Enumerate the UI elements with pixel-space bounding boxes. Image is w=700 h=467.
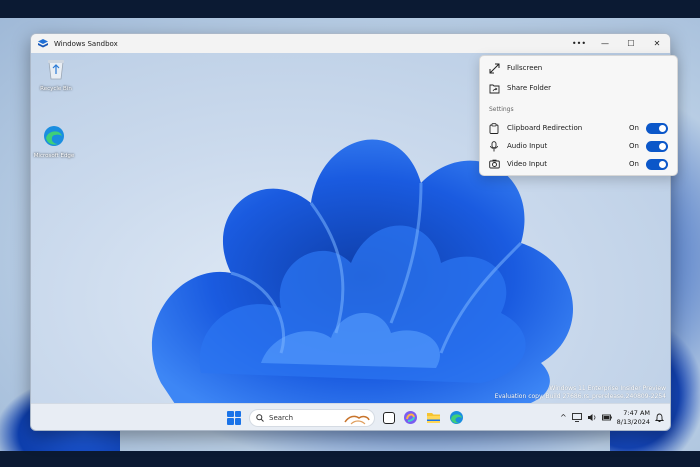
edge-icon[interactable] (449, 410, 464, 425)
setting-state: On (629, 142, 639, 150)
task-view-icon[interactable] (383, 411, 395, 424)
minimize-button[interactable]: — (592, 34, 618, 53)
taskbar: Search ^ 7:47 AM 8/13/2024 (31, 403, 670, 430)
setting-state: On (629, 124, 639, 132)
sandbox-app-icon (38, 38, 48, 47)
file-explorer-icon[interactable] (426, 410, 441, 425)
clipboard-icon (488, 122, 500, 134)
more-options-button[interactable]: ••• (566, 34, 592, 53)
volume-icon[interactable] (587, 413, 597, 422)
watermark-edition: Windows 11 Enterprise Insider Preview (549, 385, 666, 392)
close-button[interactable]: ✕ (644, 34, 670, 53)
flyout-item-label: Fullscreen (507, 64, 543, 72)
setting-video-input: Video Input On (480, 155, 677, 173)
window-title: Windows Sandbox (54, 39, 118, 48)
search-highlight-icon (344, 415, 370, 424)
maximize-button[interactable]: ☐ (618, 34, 644, 53)
bottom-band (0, 451, 700, 467)
flyout-item-share-folder[interactable]: Share Folder (480, 79, 677, 97)
setting-label: Video Input (507, 160, 547, 168)
setting-label: Audio Input (507, 142, 548, 150)
network-icon[interactable] (571, 413, 582, 422)
evaluation-watermark: Windows 11 Enterprise Insider Preview Ev… (495, 385, 666, 401)
taskbar-search-input[interactable]: Search (249, 408, 375, 427)
desktop-icon-label: Microsoft Edge (33, 153, 75, 159)
settings-section-title: Settings (489, 106, 514, 113)
search-placeholder: Search (269, 413, 294, 422)
system-clock[interactable]: 7:47 AM 8/13/2024 (617, 409, 650, 427)
desktop-icon-label: Recycle Bin (40, 86, 72, 92)
setting-label: Clipboard Redirection (507, 124, 583, 132)
camera-icon (488, 158, 500, 170)
search-icon (256, 413, 264, 422)
share-folder-icon (488, 82, 500, 94)
clock-time: 7:47 AM (623, 408, 650, 417)
desktop-icon-edge[interactable]: Microsoft Edge (31, 125, 77, 160)
show-hidden-icons-chevron-icon[interactable]: ^ (560, 413, 567, 422)
setting-state: On (629, 160, 639, 168)
audio-input-toggle[interactable] (646, 140, 668, 152)
setting-clipboard-redirection: Clipboard Redirection On (480, 119, 677, 137)
sandbox-options-flyout: Fullscreen Share Folder Settings Clipboa… (479, 55, 678, 176)
flyout-item-fullscreen[interactable]: Fullscreen (480, 59, 677, 77)
flyout-item-label: Share Folder (507, 84, 552, 92)
title-bar[interactable]: Windows Sandbox ••• — ☐ ✕ (31, 34, 670, 53)
video-input-toggle[interactable] (646, 158, 668, 170)
recycle-bin-icon (48, 60, 64, 80)
desktop-icon-recycle-bin[interactable]: Recycle Bin (33, 58, 79, 93)
clipboard-redirection-toggle[interactable] (646, 122, 668, 134)
fullscreen-icon (488, 62, 500, 74)
microphone-icon (488, 140, 500, 152)
start-icon[interactable] (227, 410, 241, 425)
edge-icon (44, 126, 64, 146)
copilot-icon[interactable] (403, 410, 418, 425)
notification-bell-icon[interactable] (655, 413, 664, 423)
setting-audio-input: Audio Input On (480, 137, 677, 155)
battery-icon[interactable] (601, 413, 612, 422)
top-band (0, 0, 700, 18)
watermark-build: Evaluation copy. Build 27686.rs_prerelea… (494, 393, 666, 400)
clock-date: 8/13/2024 (616, 417, 650, 426)
